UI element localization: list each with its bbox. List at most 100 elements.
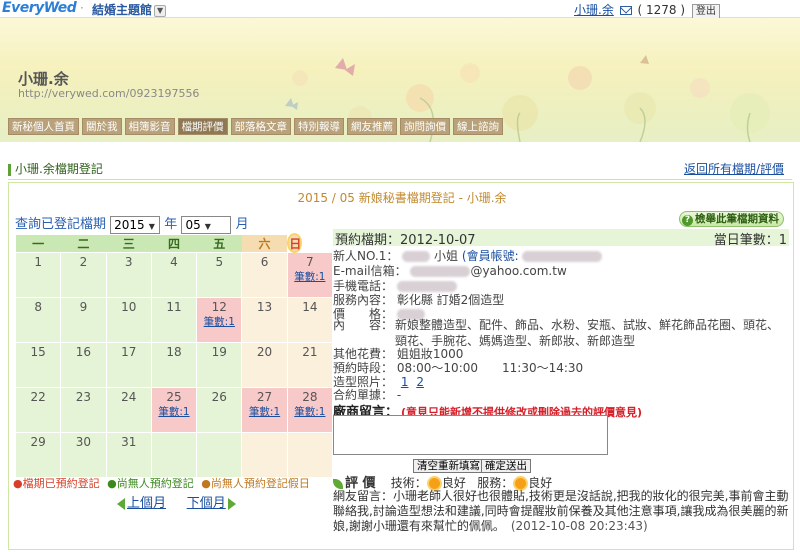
skill-label: 技術：: [390, 476, 427, 490]
nav-special[interactable]: 特別報導: [294, 118, 344, 135]
mail-icon[interactable]: [619, 6, 632, 15]
redacted-email: [410, 266, 471, 277]
main-panel: 2015 / 05 新娘秘書檔期登記 - 小珊.余 查詢已登記檔期 2015 ▼ …: [8, 182, 794, 550]
prev-month-link[interactable]: 上個月: [127, 496, 166, 511]
legend-booked: ●檔期已預約登記: [13, 477, 100, 490]
nav-inquiry[interactable]: 詢問詢價: [400, 118, 450, 135]
nav-about[interactable]: 關於我: [82, 118, 122, 135]
year-unit: 年: [164, 217, 178, 232]
back-link[interactable]: 返回所有檔期/評價: [684, 160, 784, 177]
query-bar: 查詢已登記檔期 2015 ▼ 年 05 ▼ 月: [15, 213, 249, 234]
daily-count-label: 當日筆數：: [713, 233, 779, 248]
calendar-day: 13: [241, 297, 288, 343]
day-number: 19: [211, 345, 227, 359]
day-number: 6: [260, 255, 269, 269]
question-icon: ?: [682, 215, 693, 226]
nav-schedule[interactable]: 檔期評價: [177, 118, 228, 135]
vendor-message-input[interactable]: [333, 415, 608, 455]
day-number: 26: [211, 390, 227, 404]
day-number: 27: [256, 390, 273, 404]
contract-value: -: [396, 388, 402, 402]
day-number: 8: [34, 300, 42, 314]
calendar-day: 16: [60, 342, 107, 388]
calendar-day: 20: [241, 342, 288, 388]
calendar-grid: 一 二 三 四 五 六 日 1 2 3 4 5 6 7 筆數:1 8 9 10 1…: [14, 235, 334, 478]
submit-button[interactable]: 確定送出: [481, 459, 531, 473]
day-number: 9: [79, 300, 88, 314]
calendar-day-booked[interactable]: 27 筆數:1: [241, 387, 288, 433]
weekday-fri: 五: [196, 235, 242, 253]
time-value: 08:00～10:00 11:30～14:30: [396, 361, 584, 375]
day-number: 2: [79, 255, 88, 269]
site-logo[interactable]: EveryWed: [2, 0, 77, 16]
user-link[interactable]: 小珊.余: [574, 3, 614, 17]
photo-link-1[interactable]: 1: [401, 375, 409, 389]
booking-count-link[interactable]: 筆數:1: [288, 404, 332, 419]
calendar-day: [241, 432, 288, 478]
chevron-down-icon[interactable]: ▼: [154, 4, 167, 17]
weekday-wed: 三: [106, 235, 152, 253]
booking-count-link[interactable]: 筆數:1: [288, 269, 332, 284]
booking-count-link[interactable]: 筆數:1: [197, 314, 241, 329]
day-number: 16: [75, 345, 92, 359]
year-select[interactable]: 2015 ▼: [110, 215, 161, 234]
day-number: 31: [121, 435, 137, 449]
calendar-day-booked[interactable]: 25 筆數:1: [150, 387, 198, 433]
email-suffix: @yahoo.com.tw: [470, 264, 567, 278]
detail-header: 預約檔期：2012-10-07 當日筆數：1: [333, 229, 789, 248]
calendar-week: 8 9 10 11 12 筆數:1 13 14: [14, 297, 334, 343]
day-number: 25: [166, 390, 182, 404]
leaf-icon: [333, 478, 343, 489]
logout-button[interactable]: 登出: [691, 4, 720, 19]
photo-link-2[interactable]: 2: [416, 375, 424, 389]
calendar-day: 3: [105, 252, 152, 298]
service-rating-label: 服務：: [477, 476, 514, 490]
report-button[interactable]: ? 檢舉此筆檔期資料: [679, 211, 784, 227]
topbar-separator: ·: [80, 1, 84, 15]
calendar-day-booked[interactable]: 28 筆數:1: [286, 387, 334, 433]
redacted-account: [522, 251, 603, 262]
day-number: 3: [124, 255, 133, 269]
day-number: 28: [302, 390, 318, 404]
nav-blog[interactable]: 部落格文章: [230, 118, 291, 135]
calendar-day: 6: [241, 252, 288, 298]
calendar-day: 18: [150, 342, 198, 388]
day-number: 1: [34, 255, 42, 269]
clear-button[interactable]: 清空重新填寫: [413, 459, 484, 473]
next-month-link[interactable]: 下個月: [187, 496, 226, 511]
booking-count-link[interactable]: 筆數:1: [152, 404, 196, 419]
nav-recommend[interactable]: 網友推薦: [347, 118, 397, 135]
report-button-label: 檢舉此筆檔期資料: [695, 213, 779, 225]
day-number: 17: [121, 345, 137, 359]
calendar-day: [286, 432, 334, 478]
weekday-sat: 六: [241, 235, 288, 253]
month-select[interactable]: 05 ▼: [181, 215, 232, 234]
weekday-thu: 四: [151, 235, 197, 253]
day-number: 14: [302, 300, 318, 314]
day-number: 24: [121, 390, 137, 404]
user-review: 網友留言：小珊老師人很好也很體貼,技術更是沒話說,把我的妝化的很完美,事前會主動…: [333, 489, 789, 534]
nav-consult[interactable]: 線上諮詢: [453, 118, 503, 135]
site-url[interactable]: http://verywed.com/0923197556: [18, 87, 199, 100]
account-label: (會員帳號:: [461, 249, 519, 263]
calendar-legend: ●檔期已預約登記 ●尚無人預約登記 ●尚無人預約登記假日: [13, 475, 310, 491]
weekday-sun: 日: [289, 235, 302, 251]
legend-available: ●尚無人預約登記: [107, 477, 194, 490]
booking-count-link[interactable]: 筆數:1: [242, 404, 286, 419]
calendar-day: 1: [14, 252, 62, 298]
calendar-day-booked[interactable]: 12 筆數:1: [196, 297, 243, 343]
calendar-day: 30: [60, 432, 107, 478]
calendar-day-booked[interactable]: 7 筆數:1: [286, 252, 334, 298]
day-number: 22: [30, 390, 46, 404]
top-bar: EveryWed · 結婚主題館 ▼ 小珊.余 ( 1278 ) 登出: [0, 0, 800, 19]
calendar-week: 1 2 3 4 5 6 7 筆數:1: [14, 252, 334, 298]
calendar-day: 14: [286, 297, 334, 343]
sun-icon: [515, 478, 527, 489]
day-number: 10: [121, 300, 137, 314]
mail-count[interactable]: ( 1278 ): [637, 3, 685, 17]
weekday-mon: 一: [15, 235, 61, 253]
nav-home[interactable]: 新秘個人首頁: [8, 118, 79, 135]
theme-menu[interactable]: 結婚主題館 ▼: [92, 1, 167, 18]
booking-date-value: 2012-10-07: [400, 233, 476, 248]
nav-album[interactable]: 相簿影音: [124, 118, 175, 135]
